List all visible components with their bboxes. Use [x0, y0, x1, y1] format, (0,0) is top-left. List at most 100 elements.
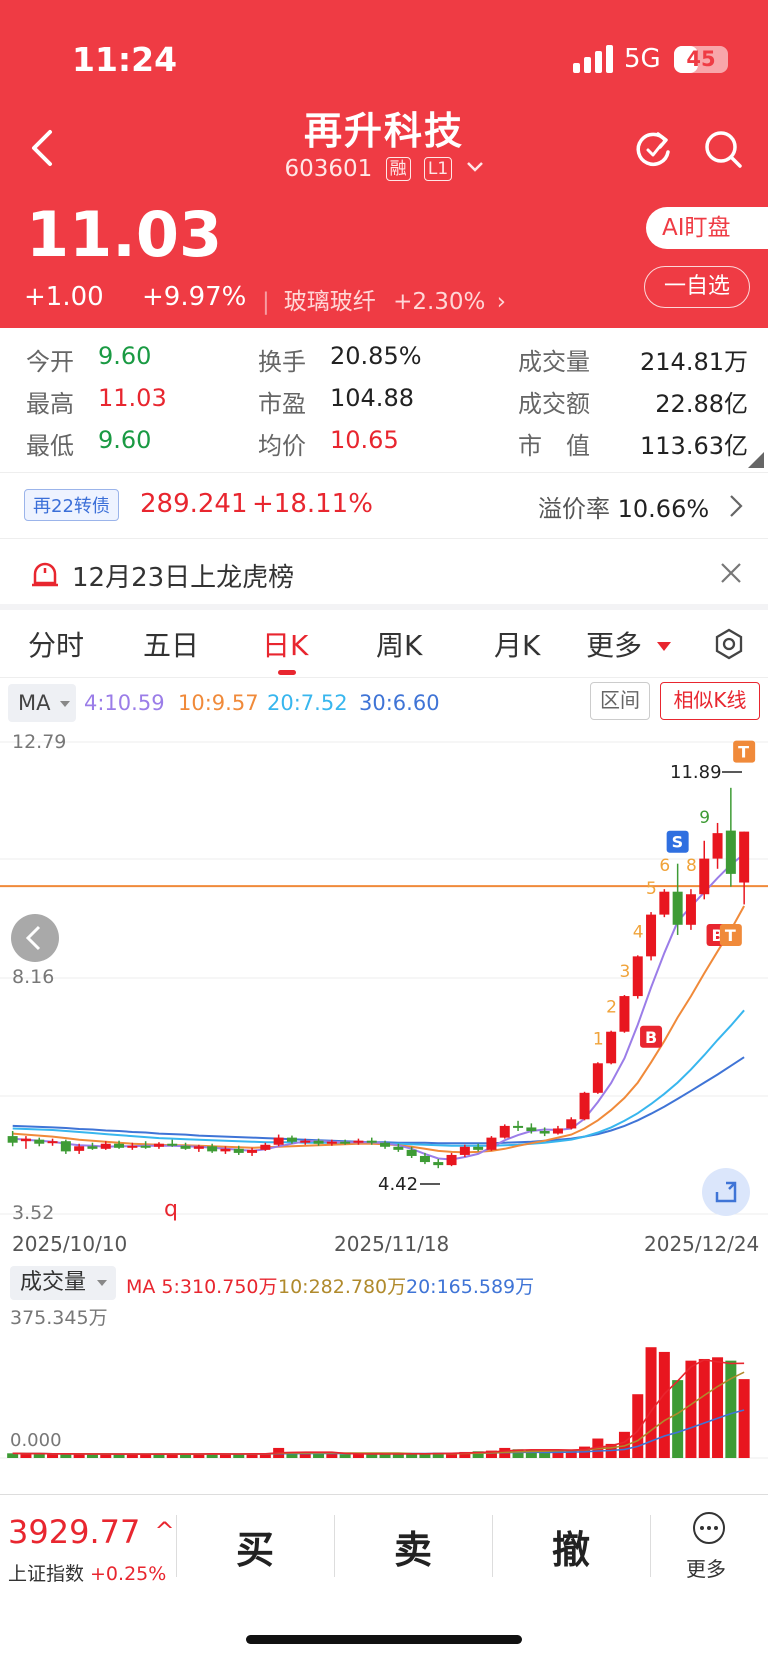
ma-selector[interactable]: MA	[8, 684, 76, 722]
kline-chart[interactable]: 123456789SBBTT 12.79 8.16 3.52 11.89 4.4…	[0, 726, 768, 1228]
candle-body	[47, 1141, 58, 1144]
x-label-end: 2025/12/24	[644, 1232, 760, 1256]
range-button[interactable]: 区间	[590, 682, 650, 720]
caret-down-icon	[97, 1280, 108, 1286]
x-label-start: 2025/10/10	[12, 1232, 128, 1256]
volume-bar	[47, 1454, 59, 1458]
candle-body	[406, 1149, 417, 1156]
tab-monthly-k[interactable]: 月K	[494, 624, 540, 664]
alarm-bell-icon	[32, 562, 58, 587]
candle-body	[60, 1141, 71, 1152]
volume-selector[interactable]: 成交量	[10, 1266, 116, 1300]
close-icon[interactable]	[720, 562, 742, 584]
sector-link[interactable]: | 玻璃玻纤 +2.30% ›	[262, 282, 506, 316]
candle-body	[539, 1131, 550, 1134]
candle-body	[592, 1063, 603, 1093]
vol-ma5: MA 5:310.750万	[126, 1276, 278, 1298]
candle-body	[739, 831, 750, 883]
index-name-row: 上证指数 +0.25%	[8, 1559, 166, 1586]
buy-button[interactable]: 买	[236, 1519, 274, 1574]
tab-weekly-k[interactable]: 周K	[376, 624, 422, 664]
premium-value: 10.66%	[617, 495, 710, 523]
cancel-button[interactable]: 撤	[552, 1519, 590, 1574]
nine-sequence-label: 3	[619, 962, 630, 982]
sell-button[interactable]: 卖	[394, 1519, 432, 1574]
candle-body	[193, 1146, 204, 1149]
candle-body	[486, 1137, 497, 1150]
signal-badge-label: B	[645, 1028, 657, 1047]
quote-grid: 今开 9.60 最高 11.03 最低 9.60 换手 20.85% 市盈 10…	[0, 328, 768, 472]
volume-label: 成交量	[518, 348, 590, 376]
candle-body	[180, 1145, 191, 1149]
volume-bar	[658, 1351, 670, 1458]
settings-icon[interactable]	[714, 628, 744, 660]
candle-body	[366, 1140, 377, 1143]
candle-body	[380, 1142, 391, 1147]
add-watchlist-button[interactable]: 一自选	[644, 266, 750, 308]
candle-body	[725, 830, 736, 874]
more-icon	[693, 1512, 725, 1544]
notice-bar[interactable]: 12月23日上龙虎榜	[0, 538, 768, 606]
candle-body	[74, 1146, 85, 1151]
chart-back-button[interactable]	[11, 914, 59, 962]
high-value: 11.03	[98, 384, 167, 412]
candle-body	[127, 1145, 138, 1148]
margin-tag: 融	[385, 157, 411, 181]
fullscreen-button[interactable]	[702, 1168, 750, 1216]
index-arrow: ^	[154, 1517, 175, 1545]
candle-body	[247, 1149, 258, 1153]
ai-watch-button[interactable]: AI盯盘	[646, 207, 768, 249]
tab-daily-k[interactable]: 日K	[262, 624, 308, 664]
convertible-bond-row[interactable]: 再22转债 289.241 +18.11% 溢价率 10.66%	[0, 472, 768, 538]
candle-body	[646, 914, 657, 957]
tab-intraday[interactable]: 分时	[28, 624, 84, 664]
candle-body	[459, 1146, 470, 1155]
candle-body	[100, 1143, 111, 1149]
back-arrow-icon[interactable]	[26, 126, 60, 170]
chevron-down-icon[interactable]	[466, 160, 484, 174]
tab-five-day[interactable]: 五日	[143, 624, 199, 664]
volume-bar	[86, 1454, 98, 1458]
candle-body	[34, 1139, 45, 1144]
candle-body	[393, 1146, 404, 1150]
status-time: 11:24	[72, 40, 178, 79]
search-icon[interactable]	[702, 128, 744, 170]
stock-code-row[interactable]: 603601 融 L1	[200, 156, 568, 182]
candle-body	[672, 891, 683, 925]
volume-value: 214.81万	[640, 348, 748, 376]
vol-ma10: 10:282.780万	[278, 1276, 407, 1298]
volume-bar	[698, 1358, 710, 1458]
index-pct: +0.25%	[90, 1563, 167, 1585]
candle-body	[685, 894, 696, 925]
active-tab-indicator	[278, 670, 296, 675]
candle-body	[20, 1138, 31, 1142]
high-annotation: 11.89	[670, 762, 722, 783]
candle-body	[233, 1148, 244, 1153]
low-label: 最低	[26, 432, 74, 460]
volume-bar	[379, 1454, 391, 1458]
refresh-icon[interactable]	[632, 128, 674, 170]
ma30-value: 30:6.60	[359, 691, 440, 715]
mcap-value: 113.63亿	[640, 432, 748, 460]
signal-badge-label: S	[672, 833, 684, 852]
index-value: 3929.77 ^	[8, 1513, 175, 1551]
tab-more[interactable]: 更多	[586, 624, 671, 664]
volume-chart[interactable]: 375.345万 0.000	[0, 1302, 768, 1462]
divider: |	[262, 289, 270, 315]
mcap-label: 市 值	[518, 432, 590, 460]
candle-body	[286, 1137, 297, 1142]
candle-body	[699, 858, 710, 895]
chart-tabs: 分时 五日 日K 周K 月K 更多	[0, 610, 768, 678]
volume-bar	[725, 1360, 737, 1458]
candle-body	[340, 1141, 351, 1144]
similar-k-button[interactable]: 相似K线	[660, 682, 760, 720]
open-label: 今开	[26, 348, 74, 376]
level-tag: L1	[423, 157, 453, 181]
expand-corner-icon[interactable]	[748, 452, 764, 468]
candle-body	[207, 1146, 218, 1152]
candle-body	[446, 1154, 457, 1166]
ma-legend: MA 4:10.59 10:9.57 20:7.52 30:6.60 区间 相似…	[0, 680, 768, 726]
sector-pct: +2.30%	[393, 289, 486, 315]
stock-header: 11:24 5G 45 再升科技 603601 融 L1 11.03 +1.00…	[0, 0, 768, 328]
ma4-value: 4:10.59	[84, 691, 165, 715]
